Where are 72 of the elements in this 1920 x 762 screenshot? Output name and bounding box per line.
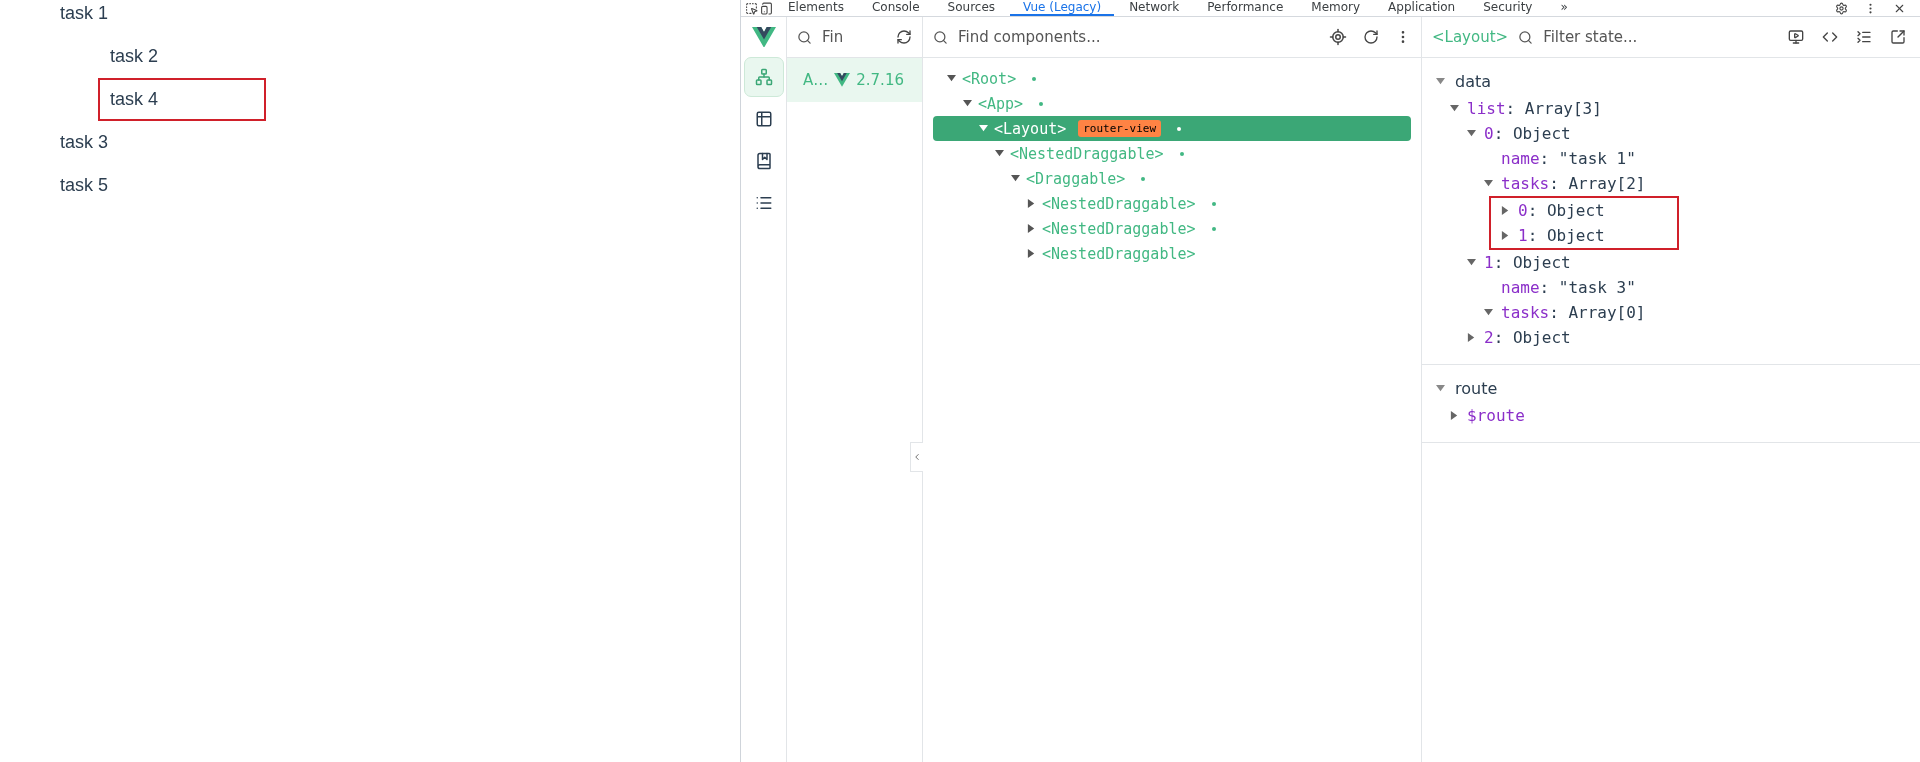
vue-logo-icon xyxy=(751,26,776,48)
caret-down-icon[interactable] xyxy=(963,99,972,108)
devtools-tab[interactable]: Sources xyxy=(934,0,1009,16)
chevron-left-icon xyxy=(912,452,922,462)
target-icon[interactable] xyxy=(1329,28,1347,46)
search-icon xyxy=(797,29,812,45)
caret-right-icon[interactable] xyxy=(1027,249,1036,258)
list-icon[interactable] xyxy=(1856,29,1872,45)
state-row[interactable]: tasks: Array[0] xyxy=(1422,300,1920,325)
timeline-icon xyxy=(754,110,773,128)
component-node[interactable]: <Layout> router-view xyxy=(933,116,1411,141)
devtools-tab[interactable]: Elements xyxy=(775,0,857,16)
inspect-icon[interactable] xyxy=(745,1,758,15)
devtools-tab[interactable]: Memory xyxy=(1298,0,1374,16)
external-link-icon[interactable] xyxy=(1890,29,1906,45)
state-row[interactable]: 2: Object xyxy=(1422,325,1920,350)
code-icon[interactable] xyxy=(1822,29,1838,45)
state-row[interactable]: 0: Object xyxy=(1422,121,1920,146)
caret-right-icon[interactable] xyxy=(1467,333,1476,342)
search-icon xyxy=(1518,29,1534,45)
devtools-tab[interactable]: Performance xyxy=(1194,0,1297,16)
caret-right-icon[interactable] xyxy=(1450,411,1459,420)
search-field[interactable]: Find components... xyxy=(956,27,1319,47)
caret-down-icon[interactable] xyxy=(1467,129,1476,138)
devtools-tab[interactable]: Security xyxy=(1470,0,1546,16)
caret-right-icon[interactable] xyxy=(1501,206,1510,215)
caret-down-icon[interactable] xyxy=(1484,179,1493,188)
search-icon xyxy=(933,29,948,45)
settings-icon[interactable] xyxy=(1835,1,1848,15)
more-tabs-button[interactable]: » xyxy=(1547,0,1581,16)
search-field[interactable]: Fin xyxy=(820,27,886,47)
list-icon xyxy=(754,194,773,212)
state-row[interactable]: tasks: Array[2] xyxy=(1422,171,1920,196)
state-row[interactable]: 0: Object xyxy=(1491,198,1677,223)
search-field[interactable]: Filter state... xyxy=(1541,27,1778,47)
caret-down-icon[interactable] xyxy=(1436,383,1445,393)
state-row[interactable]: name: "task 1" xyxy=(1422,146,1920,171)
caret-right-icon[interactable] xyxy=(1027,224,1036,233)
vue-logo-icon xyxy=(834,73,851,87)
caret-down-icon[interactable] xyxy=(995,149,1004,158)
caret-right-icon[interactable] xyxy=(1501,231,1510,240)
caret-down-icon[interactable] xyxy=(1450,104,1459,113)
state-row[interactable]: list: Array[3] xyxy=(1422,96,1920,121)
reload-icon[interactable] xyxy=(1363,29,1379,45)
devtools-tab[interactable]: Application xyxy=(1375,0,1469,16)
caret-down-icon[interactable] xyxy=(1436,76,1445,86)
caret-right-icon[interactable] xyxy=(1027,199,1036,208)
devtools-tab[interactable]: Network xyxy=(1116,0,1193,16)
devtools-tab[interactable]: Vue (Legacy) xyxy=(1010,0,1115,16)
components-icon xyxy=(754,68,773,86)
task-item[interactable]: task 3 xyxy=(60,121,109,164)
task-item[interactable]: task 1 xyxy=(60,0,109,35)
devtools-tab[interactable]: Console xyxy=(858,0,933,16)
device-toolbar-icon[interactable] xyxy=(760,1,773,15)
task-item[interactable]: task 2 xyxy=(110,35,159,78)
caret-down-icon[interactable] xyxy=(947,74,956,83)
state-row[interactable]: $route xyxy=(1422,403,1920,428)
caret-down-icon[interactable] xyxy=(1484,308,1493,317)
state-row[interactable]: name: "task 3" xyxy=(1422,275,1920,300)
caret-down-icon[interactable] xyxy=(1467,258,1476,267)
state-row[interactable]: 1: Object xyxy=(1491,223,1677,248)
screen-icon[interactable] xyxy=(1788,29,1804,45)
task-item[interactable]: task 4 xyxy=(98,78,266,121)
router-view-badge: router-view xyxy=(1078,120,1162,137)
refresh-icon[interactable] xyxy=(896,29,912,45)
task-item[interactable]: task 5 xyxy=(60,164,109,207)
docs-icon xyxy=(754,152,773,170)
section-header[interactable]: data xyxy=(1422,66,1920,96)
component-name: <Layout> xyxy=(1432,28,1509,46)
section-header[interactable]: route xyxy=(1422,373,1920,403)
state-row[interactable]: 1: Object xyxy=(1422,250,1920,275)
caret-down-icon[interactable] xyxy=(1011,174,1020,183)
